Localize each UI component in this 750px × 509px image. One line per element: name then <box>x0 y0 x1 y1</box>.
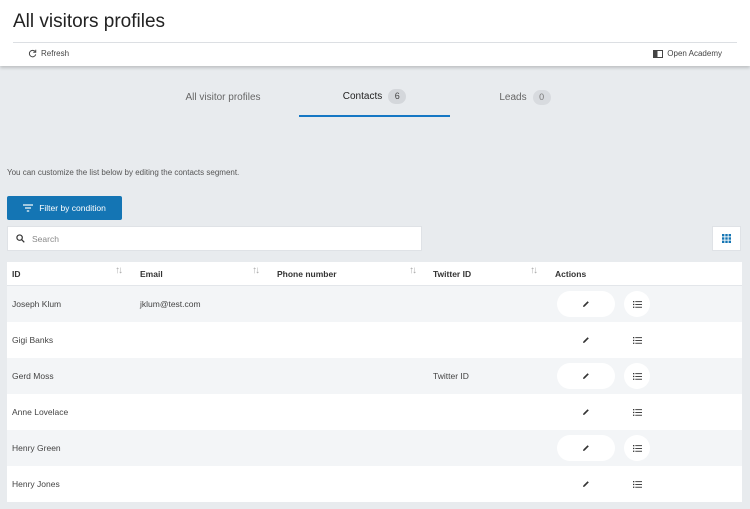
cell-id: Anne Lovelace <box>12 407 69 417</box>
edit-button[interactable] <box>557 471 615 497</box>
tab-bar: All visitor profiles Contacts 6 Leads 0 <box>0 78 750 118</box>
page-header: All visitors profiles Refresh Open Acade… <box>0 0 750 66</box>
book-icon <box>653 49 664 58</box>
pencil-icon <box>583 481 589 487</box>
cell-id: Joseph Klum <box>12 299 62 309</box>
edit-button[interactable] <box>557 291 615 317</box>
cell-id: Gerd Moss <box>12 371 54 381</box>
refresh-button[interactable]: Refresh <box>28 49 69 58</box>
cell-email: jklum@test.com <box>140 299 201 309</box>
search-input[interactable] <box>32 233 402 244</box>
sort-icon[interactable]: ↑↓ <box>409 265 417 276</box>
pencil-icon <box>583 301 589 307</box>
list-icon <box>632 480 642 488</box>
tab-label: All visitor profiles <box>185 92 261 103</box>
academy-label: Open Academy <box>667 49 722 58</box>
details-button[interactable] <box>624 291 650 317</box>
details-button[interactable] <box>624 399 650 425</box>
contacts-count-badge: 6 <box>388 89 407 104</box>
column-header-twitter: Twitter ID <box>433 269 472 279</box>
contacts-table: ID ↑↓ Email ↑↓ Phone number ↑↓ Twitter I… <box>7 262 742 502</box>
details-button[interactable] <box>624 435 650 461</box>
pencil-icon <box>583 445 589 451</box>
list-icon <box>632 372 642 380</box>
table-row[interactable]: Gigi Banks <box>7 322 742 358</box>
edit-button[interactable] <box>557 399 615 425</box>
column-header-actions: Actions <box>555 269 587 279</box>
pencil-icon <box>583 337 589 343</box>
segment-hint: You can customize the list below by edit… <box>7 168 240 177</box>
sort-icon[interactable]: ↑↓ <box>115 265 123 276</box>
page-title: All visitors profiles <box>13 11 166 32</box>
column-header-id: ID <box>12 269 21 279</box>
edit-button[interactable] <box>557 363 615 389</box>
cell-twitter: Twitter ID <box>433 371 469 381</box>
header-divider <box>13 42 737 43</box>
tab-leads[interactable]: Leads 0 <box>470 78 580 117</box>
list-icon <box>632 300 642 308</box>
list-icon <box>632 336 642 344</box>
table-row[interactable]: Anne Lovelace <box>7 394 742 430</box>
sort-icon[interactable]: ↑↓ <box>252 265 260 276</box>
details-button[interactable] <box>624 471 650 497</box>
edit-button[interactable] <box>557 435 615 461</box>
filter-button-label: Filter by condition <box>39 203 106 213</box>
list-icon <box>632 408 642 416</box>
table-row[interactable]: Joseph Klum jklum@test.com <box>7 286 742 322</box>
table-row[interactable]: Henry Jones <box>7 466 742 502</box>
pencil-icon <box>583 409 589 415</box>
filter-by-condition-button[interactable]: Filter by condition <box>7 196 122 220</box>
table-header: ID ↑↓ Email ↑↓ Phone number ↑↓ Twitter I… <box>7 262 742 286</box>
refresh-label: Refresh <box>41 49 70 58</box>
open-academy-button[interactable]: Open Academy <box>653 49 722 58</box>
cell-id: Henry Green <box>12 443 61 453</box>
refresh-icon <box>28 49 37 58</box>
details-button[interactable] <box>624 327 650 353</box>
grid-view-button[interactable] <box>712 226 741 251</box>
edit-button[interactable] <box>557 327 615 353</box>
tab-all-visitor-profiles[interactable]: All visitor profiles <box>160 78 286 117</box>
table-row[interactable]: Henry Green <box>7 430 742 466</box>
tab-label: Leads <box>499 92 527 103</box>
grid-icon <box>722 234 731 243</box>
tab-label: Contacts <box>342 91 383 102</box>
column-header-phone: Phone number <box>277 269 337 279</box>
leads-count-badge: 0 <box>532 90 551 105</box>
search-icon <box>16 234 25 243</box>
column-header-email: Email <box>140 269 163 279</box>
cell-id: Henry Jones <box>12 479 60 489</box>
table-row[interactable]: Gerd Moss Twitter ID <box>7 358 742 394</box>
details-button[interactable] <box>624 363 650 389</box>
filter-icon <box>23 204 34 212</box>
sort-icon[interactable]: ↑↓ <box>530 265 538 276</box>
list-icon <box>632 444 642 452</box>
search-box <box>7 226 422 251</box>
pencil-icon <box>583 373 589 379</box>
cell-id: Gigi Banks <box>12 335 54 345</box>
tab-contacts[interactable]: Contacts 6 <box>299 78 450 117</box>
